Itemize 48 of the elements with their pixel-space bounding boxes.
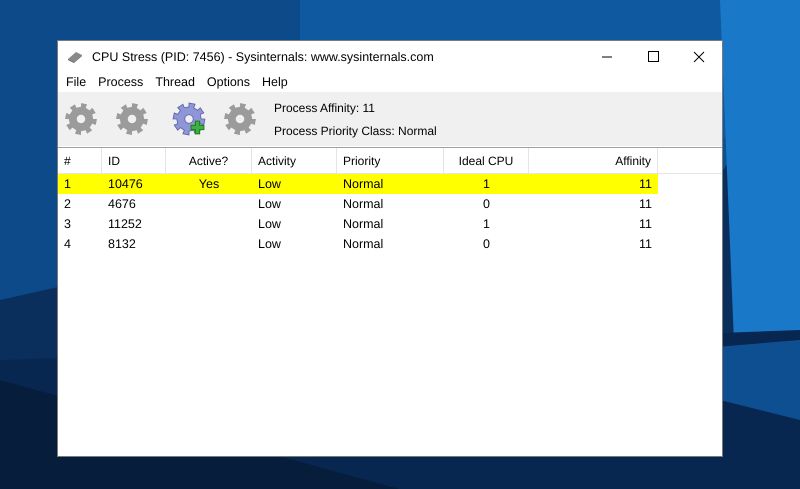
table-cell: 11 [639,177,652,191]
table-row[interactable]: 2 4676 Low Normal 0 11 [58,194,658,214]
table-cell: 11 [639,237,652,251]
column-header[interactable]: ID [102,148,166,173]
table-cell: 4 [64,237,71,251]
table-cell: 2 [64,197,71,211]
menu-item[interactable]: Thread [149,75,201,89]
table-cell: 0 [483,197,490,211]
table-cell: 3 [64,217,71,231]
table-cell: 1 [483,217,490,231]
table-cell: Normal [343,217,384,231]
table-cell: Normal [343,237,384,251]
column-header[interactable]: Activity [252,148,337,173]
column-header[interactable]: # [58,148,102,173]
table-row[interactable]: 3 11252 Low Normal 1 11 [58,214,658,234]
menu-item[interactable]: Process [92,75,150,89]
column-header[interactable]: Affinity [529,148,658,173]
table-cell: 0 [483,237,490,251]
table-cell: 11 [639,197,652,211]
table-cell: Normal [343,177,384,191]
table-cell: Normal [343,197,384,211]
table-cell: Yes [198,177,220,191]
table-cell: Low [258,217,281,231]
info-text: Process Priority Class: Normal [274,124,437,138]
table-cell: Low [258,197,281,211]
table-cell: 1 [64,177,71,191]
table-row[interactable]: 4 8132 Low Normal 0 11 [58,234,658,254]
table-cell: 8132 [108,237,136,251]
window-title: CPU Stress (PID: 7456) - Sysinternals: www.sysinternals.com [92,50,435,64]
maximize-icon [648,51,658,62]
menu-item[interactable]: File [60,75,92,89]
gear-add-icon[interactable] [172,102,206,136]
close-icon [693,50,705,62]
column-header[interactable]: Priority [337,148,444,173]
info-text: Process Affinity: 11 [274,100,376,114]
column-header[interactable]: Ideal CPU [444,148,529,173]
menu-item[interactable]: Options [200,75,256,89]
app-icon [66,50,84,64]
table-cell: 1 [483,177,490,191]
table-cell: 11 [639,217,652,231]
menu-item[interactable]: Help [256,75,294,89]
column-header[interactable]: Active? [166,148,252,173]
table-cell: Low [258,237,281,251]
table-cell: 4676 [108,197,136,211]
selected-row[interactable]: 1 10476 Yes Low Normal 1 11 [58,174,658,194]
table-cell: 11252 [108,217,142,231]
table-cell: Low [258,177,281,191]
table-cell: 10476 [108,177,143,191]
